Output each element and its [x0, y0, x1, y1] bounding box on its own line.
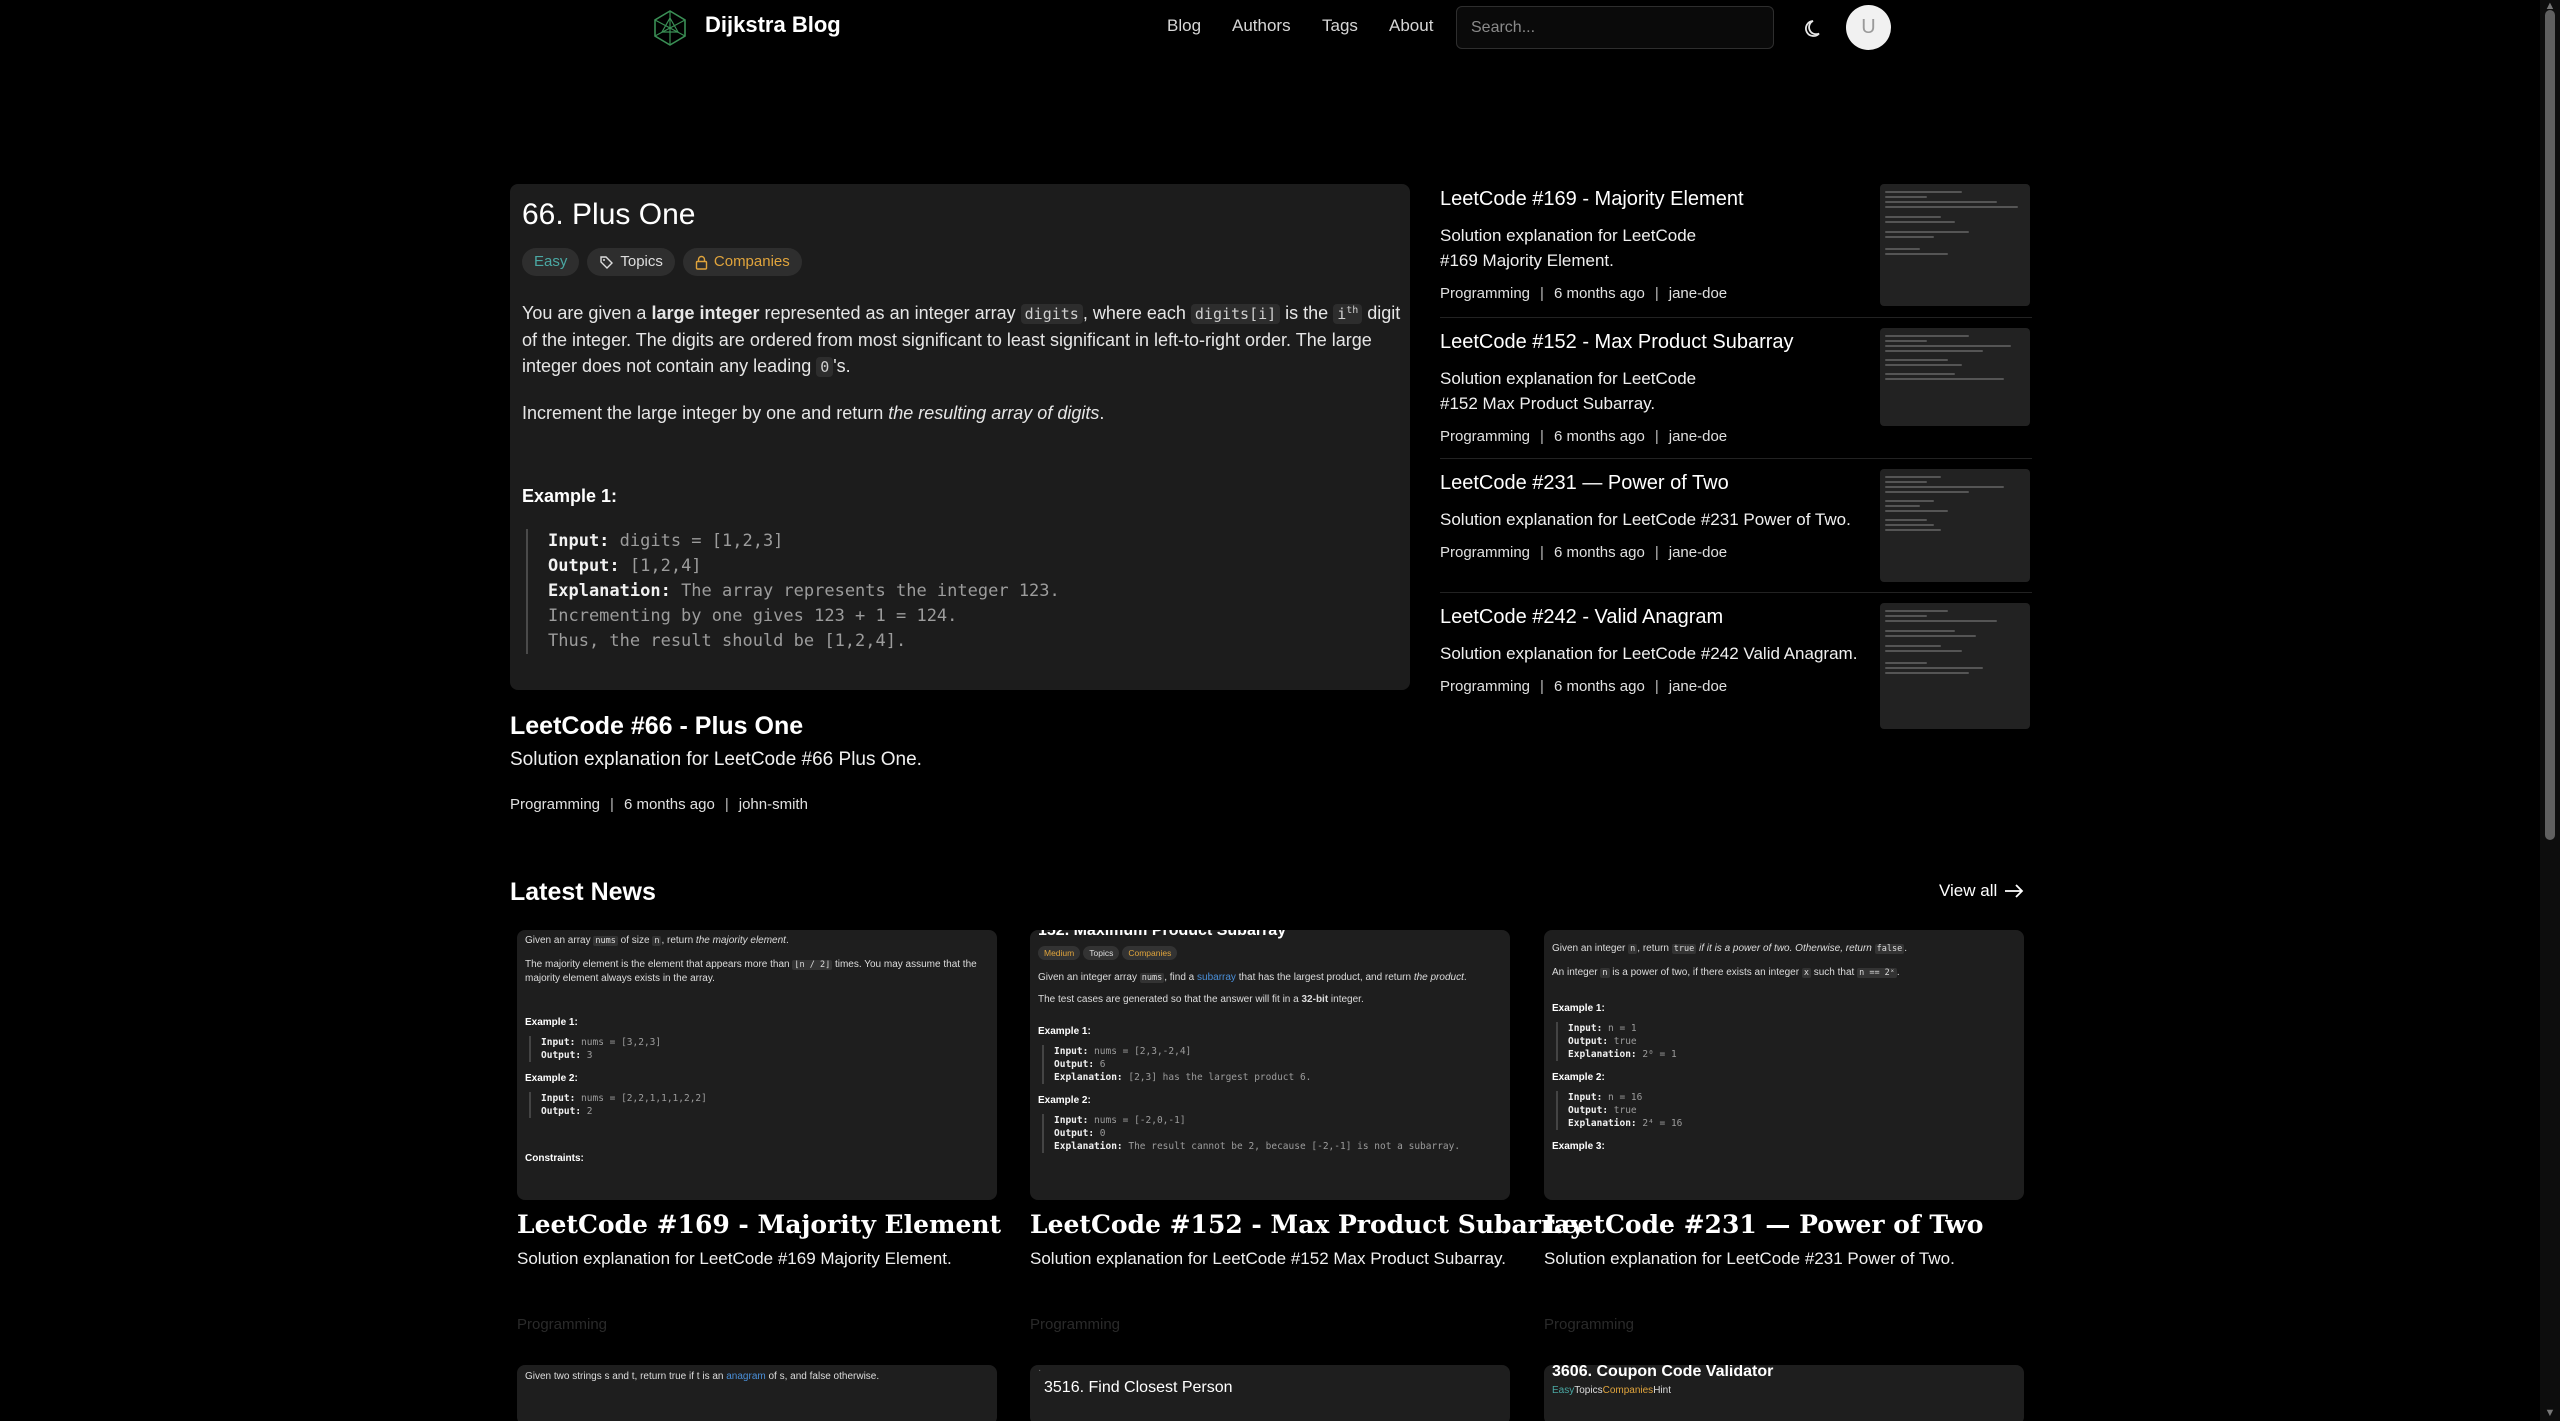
news-card-category[interactable]: Programming	[1544, 1316, 1634, 1333]
news-card-description: Solution explanation for LeetCode #169 M…	[517, 1249, 952, 1268]
brand-name[interactable]: Dijkstra Blog	[705, 12, 841, 38]
problem-tags: Easy Topics Companies	[522, 248, 1398, 276]
news-card-title[interactable]: LeetCode #152 - Max Product Subarray	[1030, 1210, 1585, 1239]
sidebar-post[interactable]: LeetCode #231 — Power of Two Solution ex…	[1440, 469, 2032, 582]
sidebar-post-description: Solution explanation for LeetCode #231 P…	[1440, 510, 1851, 529]
category-link[interactable]: Programming	[1440, 428, 1530, 445]
post-date: 6 months ago	[1553, 544, 1645, 561]
featured-title[interactable]: LeetCode #66 - Plus One	[510, 712, 803, 741]
author-link[interactable]: john-smith	[739, 796, 808, 813]
site-header: Dijkstra Blog Blog Authors Tags About U	[0, 0, 2560, 56]
sidebar-post-description: Solution explanation for LeetCode #152 M…	[1440, 369, 1697, 413]
lock-icon	[695, 255, 708, 270]
news-card-category[interactable]: Programming	[517, 1316, 607, 1333]
news-card-thumbnail[interactable]: 152. Maximum Product Subarray Medium Topi…	[1030, 930, 1510, 1200]
topics-pill: Topics	[587, 248, 675, 276]
sidebar-post-meta: Programming | 6 months ago | jane-doe	[1440, 428, 1728, 445]
post-date: 6 months ago	[1553, 428, 1645, 445]
post-date: 6 months ago	[623, 796, 715, 813]
category-link[interactable]: Programming	[1440, 544, 1530, 561]
scrollbar-thumb[interactable]	[2545, 10, 2555, 840]
news-card-category[interactable]: Programming	[1030, 1316, 1120, 1333]
author-link[interactable]: jane-doe	[1669, 678, 1727, 695]
problem-title: 66. Plus One	[522, 198, 696, 231]
logo-icon[interactable]	[650, 8, 690, 48]
example-heading: Example 1:	[522, 486, 618, 506]
nav-authors[interactable]: Authors	[1232, 16, 1291, 36]
divider	[1440, 458, 2032, 459]
author-link[interactable]: jane-doe	[1669, 285, 1727, 302]
companies-label: Companies	[713, 253, 790, 270]
nav-about[interactable]: About	[1389, 16, 1433, 36]
news-card-thumbnail[interactable]: · 3516. Find Closest Person	[1030, 1365, 1510, 1421]
view-all-link[interactable]: View all	[1939, 881, 2025, 901]
author-link[interactable]: jane-doe	[1669, 544, 1727, 561]
difficulty-pill: Easy	[522, 248, 580, 276]
problem-task: Increment the large integer by one and r…	[522, 403, 1105, 423]
divider	[1440, 592, 2032, 593]
nav-blog[interactable]: Blog	[1167, 16, 1201, 36]
latest-news-heading: Latest News	[510, 878, 656, 906]
moon-icon[interactable]	[1802, 15, 1828, 41]
search-input[interactable]	[1456, 6, 1774, 49]
sidebar-post[interactable]: LeetCode #169 - Majority Element Solutio…	[1440, 184, 2032, 306]
news-card-thumbnail[interactable]: Given an array nums of size n, return th…	[517, 930, 997, 1200]
nav-tags[interactable]: Tags	[1322, 16, 1358, 36]
news-card-thumbnail[interactable]: Given an integer n, return true if it is…	[1544, 930, 2024, 1200]
news-card-title[interactable]: LeetCode #231 — Power of Two	[1544, 1210, 1983, 1239]
sidebar-post-thumbnail[interactable]	[1880, 603, 2030, 729]
sidebar-post-description: Solution explanation for LeetCode #242 V…	[1440, 644, 1858, 663]
news-card-thumbnail[interactable]: Given two strings s and t, return true i…	[517, 1365, 997, 1421]
scrollbar[interactable]: ▲ ▼	[2540, 0, 2560, 1421]
problem-statement: You are given a large integer represente…	[522, 303, 1401, 377]
avatar[interactable]: U	[1846, 5, 1891, 50]
tag-icon	[600, 255, 614, 269]
featured-meta: Programming | 6 months ago | john-smith	[510, 796, 808, 813]
featured-preview[interactable]: 66. Plus One Easy Topics Companies You a…	[510, 184, 1410, 690]
news-card-description: Solution explanation for LeetCode #231 P…	[1544, 1249, 1955, 1268]
topics-label: Topics	[620, 253, 663, 270]
post-date: 6 months ago	[1553, 678, 1645, 695]
companies-pill: Companies	[682, 248, 802, 276]
sidebar-post-description: Solution explanation for LeetCode #169 M…	[1440, 226, 1697, 270]
category-link[interactable]: Programming	[1440, 678, 1530, 695]
sidebar-post[interactable]: LeetCode #242 - Valid Anagram Solution e…	[1440, 603, 2032, 729]
view-all-label: View all	[1939, 881, 1998, 900]
divider	[1440, 317, 2032, 318]
sidebar-post-thumbnail[interactable]	[1880, 328, 2030, 426]
sidebar-post-thumbnail[interactable]	[1880, 469, 2030, 582]
news-card-thumbnail[interactable]: 3606. Coupon Code Validator EasyTopicsCo…	[1544, 1365, 2024, 1421]
arrow-right-icon	[2005, 884, 2024, 898]
sidebar-post-thumbnail[interactable]	[1880, 184, 2030, 306]
category-link[interactable]: Programming	[1440, 285, 1530, 302]
post-date: 6 months ago	[1553, 285, 1645, 302]
news-card-description: Solution explanation for LeetCode #152 M…	[1030, 1249, 1506, 1268]
scroll-down-icon[interactable]: ▼	[2544, 1407, 2556, 1419]
category-link[interactable]: Programming	[510, 796, 600, 813]
featured-description: Solution explanation for LeetCode #66 Pl…	[510, 749, 922, 770]
sidebar-post[interactable]: LeetCode #152 - Max Product Subarray Sol…	[1440, 328, 2032, 445]
author-link[interactable]: jane-doe	[1669, 428, 1727, 445]
example-block: Input: digits = [1,2,3] Output: [1,2,4] …	[526, 529, 1398, 654]
news-card-title[interactable]: LeetCode #169 - Majority Element	[517, 1210, 1001, 1239]
